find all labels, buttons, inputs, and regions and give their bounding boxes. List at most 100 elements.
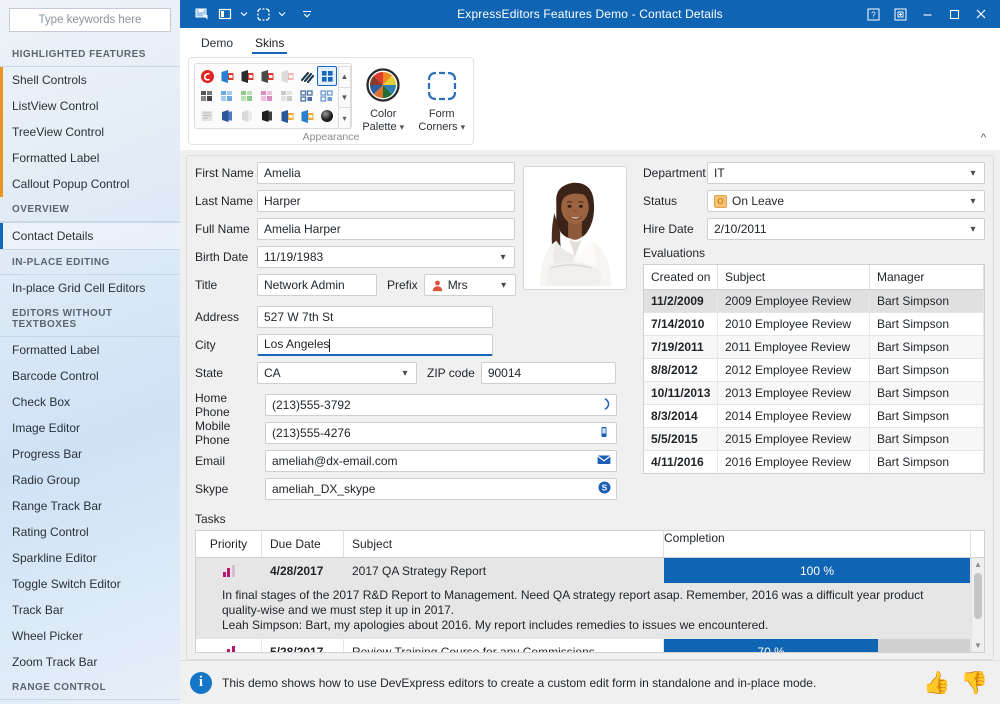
table-row[interactable]: 7/19/2011 2011 Employee Review Bart Simp… (644, 336, 984, 359)
sidebar-item-track-bar[interactable]: Track Bar (0, 597, 180, 623)
sidebar-item-toggle-switch-editor[interactable]: Toggle Switch Editor (0, 571, 180, 597)
table-row[interactable]: 8/3/2014 2014 Employee Review Bart Simps… (644, 405, 984, 428)
skin-item-office-2019-dark[interactable] (257, 106, 277, 126)
tasks-scrollbar[interactable]: ▲ ▼ (971, 558, 984, 652)
form-corners-icon[interactable] (253, 4, 273, 24)
chevron-down-icon[interactable]: ▾ (398, 368, 412, 379)
dropdown-icon[interactable]: ▾ (338, 107, 351, 129)
sidebar-item-listview-control[interactable]: ListView Control (0, 93, 180, 119)
skin-item-seven-classic[interactable] (317, 106, 337, 126)
table-row[interactable]: 5/5/2015 2015 Employee Review Bart Simps… (644, 428, 984, 451)
input-email[interactable]: ameliah@dx-email.com (265, 450, 617, 472)
skin-item-metropolis-dark[interactable] (197, 86, 217, 106)
skin-item-office-dark[interactable] (257, 66, 277, 86)
skin-item-metropolis-gray[interactable] (277, 86, 297, 106)
sidebar-item-formatted-label[interactable]: Formatted Label (0, 337, 180, 363)
skin-item-visual-studio[interactable] (297, 86, 317, 106)
thumbs-up-icon[interactable]: 👍 (923, 672, 950, 694)
table-row[interactable]: 4/28/2017 2017 QA Strategy Report 100 % (196, 558, 971, 584)
column-header-due-date[interactable]: Due Date (262, 531, 344, 557)
input-last-name[interactable]: Harper (257, 190, 515, 212)
input-address[interactable]: 527 W 7th St (257, 306, 493, 328)
tab-demo[interactable]: Demo (190, 33, 244, 54)
skin-item-stripes[interactable] (297, 66, 317, 86)
thumbs-down-icon[interactable]: 👎 (961, 672, 988, 694)
phone-icon[interactable] (596, 398, 612, 413)
sidebar-item-check-box[interactable]: Check Box (0, 389, 180, 415)
sidebar-item-contact-details[interactable]: Contact Details (0, 222, 180, 250)
form-corners-dropdown-icon[interactable] (276, 4, 288, 24)
maximize-icon[interactable] (941, 1, 967, 27)
scroll-down-icon[interactable]: ▼ (974, 639, 982, 652)
sidebar-item-range-track-bar[interactable]: Range Track Bar (0, 493, 180, 519)
sidebar-item-treeview-control[interactable]: TreeView Control (0, 119, 180, 145)
skin-item-basic[interactable] (217, 66, 237, 86)
input-state[interactable]: CA ▾ (257, 362, 417, 384)
input-hire-date[interactable]: 2/10/2011 ▾ (707, 218, 985, 240)
column-header-priority[interactable]: Priority (196, 531, 262, 557)
skin-item-bezier-grid[interactable] (317, 66, 337, 86)
window-layout-dropdown-icon[interactable] (238, 4, 250, 24)
sidebar-item-radio-group[interactable]: Radio Group (0, 467, 180, 493)
column-header-subject[interactable]: Subject (718, 265, 870, 289)
scrollbar-thumb[interactable] (974, 573, 982, 619)
customize-quick-access-icon[interactable] (297, 4, 317, 24)
save-icon[interactable] (192, 4, 212, 24)
window-layout-icon[interactable] (215, 4, 235, 24)
column-header-manager[interactable]: Manager (870, 265, 984, 289)
scroll-up-icon[interactable]: ▲ (974, 558, 982, 571)
table-row[interactable]: 10/11/2013 2013 Employee Review Bart Sim… (644, 382, 984, 405)
chevron-down-icon[interactable]: ▾ (966, 224, 980, 235)
restore-down-icon[interactable] (887, 1, 913, 27)
scrollbar-track[interactable] (972, 571, 984, 639)
sidebar-item-inplace-grid-cell-editors[interactable]: In-place Grid Cell Editors (0, 275, 180, 301)
skype-icon[interactable]: S (596, 481, 612, 497)
sidebar-item-range-control[interactable]: Range Control (0, 700, 180, 704)
table-row[interactable]: 7/14/2010 2010 Employee Review Bart Simp… (644, 313, 984, 336)
sidebar-item-zoom-track-bar[interactable]: Zoom Track Bar (0, 649, 180, 675)
scroll-up-icon[interactable]: ▲ (338, 66, 351, 88)
table-row[interactable]: 8/8/2012 2012 Employee Review Bart Simps… (644, 359, 984, 382)
table-row[interactable]: 5/28/2017 Review Training Course for any… (196, 639, 971, 652)
sidebar-item-wheel-picker[interactable]: Wheel Picker (0, 623, 180, 649)
minimize-icon[interactable] (914, 1, 940, 27)
input-status[interactable]: O On Leave ▾ (707, 190, 985, 212)
skin-item-metropolis-green[interactable] (237, 86, 257, 106)
skin-item-dark[interactable] (237, 66, 257, 86)
column-header-subject[interactable]: Subject (344, 531, 664, 557)
skin-item-metropolis-pink[interactable] (257, 86, 277, 106)
sidebar-item-callout-popup-control[interactable]: Callout Popup Control (0, 171, 180, 197)
sidebar-item-progress-bar[interactable]: Progress Bar (0, 441, 180, 467)
help-icon[interactable]: ? (860, 1, 886, 27)
skin-item-office-white[interactable] (277, 66, 297, 86)
table-row[interactable]: 4/11/2016 2016 Employee Review Bart Simp… (644, 451, 984, 473)
input-skype[interactable]: ameliah_DX_skype S (265, 478, 617, 500)
column-header-completion[interactable]: Completion (664, 531, 971, 557)
scroll-down-icon[interactable]: ▼ (338, 87, 351, 109)
tasks-grid[interactable]: Priority Due Date Subject Completion (195, 530, 985, 653)
mobile-icon[interactable] (596, 426, 612, 441)
skin-gallery-scrollbar[interactable]: ▲ ▼ ▾ (338, 66, 351, 128)
input-department[interactable]: IT ▾ (707, 162, 985, 184)
sidebar-item-sparkline-editor[interactable]: Sparkline Editor (0, 545, 180, 571)
input-home-phone[interactable]: (213)555-3792 (265, 394, 617, 416)
evaluations-grid[interactable]: Created on Subject Manager 11/2/2009 200… (643, 264, 985, 474)
input-zip-code[interactable]: 90014 (481, 362, 616, 384)
skin-item-metropolis-blue[interactable] (217, 86, 237, 106)
input-birth-date[interactable]: 11/19/1983 ▾ (257, 246, 515, 268)
skin-item-bezier[interactable] (197, 66, 217, 86)
skin-item-vs-light[interactable] (317, 86, 337, 106)
sidebar-item-image-editor[interactable]: Image Editor (0, 415, 180, 441)
tab-skins[interactable]: Skins (244, 33, 295, 54)
input-mobile-phone[interactable]: (213)555-4276 (265, 422, 617, 444)
skin-gallery[interactable]: ▲ ▼ ▾ (194, 63, 352, 129)
chevron-down-icon[interactable]: ▾ (966, 196, 980, 207)
input-prefix[interactable]: Mrs ▾ (424, 274, 516, 296)
input-full-name[interactable]: Amelia Harper (257, 218, 515, 240)
sidebar-item-formatted-label-hl[interactable]: Formatted Label (0, 145, 180, 171)
collapse-ribbon-icon[interactable]: ^ (981, 132, 986, 144)
chevron-down-icon[interactable]: ▾ (496, 252, 510, 263)
mail-icon[interactable] (596, 454, 612, 468)
sidebar-item-rating-control[interactable]: Rating Control (0, 519, 180, 545)
input-first-name[interactable]: Amelia (257, 162, 515, 184)
